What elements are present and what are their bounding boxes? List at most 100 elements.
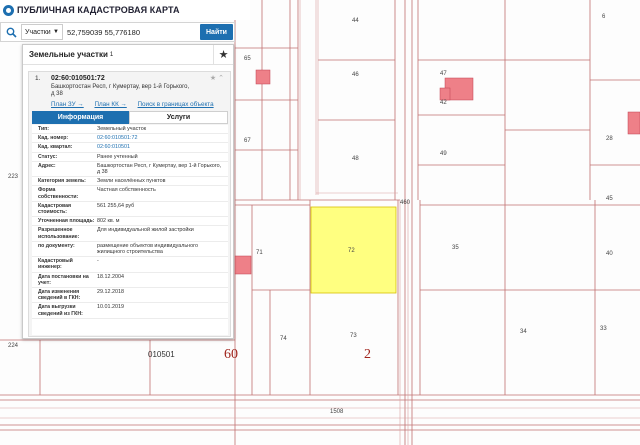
info-row: по документу: размещение объектов индивид…	[32, 242, 228, 258]
info-row: Разрешенное использование: Для индивидуал…	[32, 226, 228, 242]
result-count: 1	[109, 51, 114, 58]
info-row: Кадастровый инженер: -	[32, 257, 228, 273]
parcel-label: 33	[600, 326, 607, 332]
result-cadastral-number[interactable]: 02:60:010501:72	[51, 75, 105, 82]
block-number-label: 2	[364, 347, 371, 362]
panel-header: Земельные участки 1 ★	[23, 45, 233, 65]
info-row: Кадастровая стоимость: 561 255,64 руб	[32, 202, 228, 218]
search-input[interactable]	[63, 24, 193, 40]
info-value: Ранее учтенный	[97, 153, 138, 160]
info-value: Башкортостан Респ, г Кумертау, вер 1-й Г…	[97, 162, 222, 176]
info-row: Кад. номер: 02:60:010501:72	[32, 134, 228, 144]
info-row: Уточненная площадь: 802 кв. м	[32, 217, 228, 227]
plan-zu-link[interactable]: План ЗУ →	[51, 101, 84, 108]
info-key: Категория земель:	[38, 178, 86, 185]
parcel-label: 65	[244, 56, 251, 62]
info-row: Дата постановки на учет: 18.12.2004	[32, 273, 228, 289]
info-row: Тип: Земельный участок	[32, 125, 228, 135]
info-key: Дата изменения сведений в ГКН:	[38, 289, 81, 302]
app-title: ПУБЛИЧНАЯ КАДАСТРОВАЯ КАРТА	[17, 5, 180, 15]
info-value: 29.12.2018	[97, 289, 124, 296]
parcel-label: 42	[440, 100, 447, 106]
tab-services[interactable]: Услуги	[129, 111, 228, 124]
parcel-label: 223	[8, 174, 19, 180]
info-key: Статус:	[38, 153, 58, 160]
info-key: Дата выгрузки сведений из ГКН:	[38, 304, 83, 317]
info-value: Земельный участок	[97, 126, 147, 132]
info-value: 561 255,64 руб	[97, 202, 135, 209]
info-key: по документу:	[38, 242, 75, 249]
info-value[interactable]: 02:60:010501	[97, 144, 228, 150]
info-value: Земли населённых пунктов	[97, 178, 166, 185]
parcel-label: 34	[520, 329, 527, 335]
info-key: Кад. номер:	[38, 135, 69, 142]
building[interactable]	[234, 255, 252, 275]
info-value: 802 кв. м	[97, 218, 120, 225]
info-value: Частная собственность	[97, 187, 156, 194]
search-button[interactable]: Найти	[200, 24, 233, 40]
parcel-label: 46	[352, 72, 359, 78]
parcel-label: 49	[440, 151, 447, 157]
search-type-select[interactable]: Участки ▼	[21, 24, 63, 40]
plan-kk-link[interactable]: План КК →	[94, 101, 126, 108]
block-number-label: 60	[224, 347, 238, 362]
star-icon[interactable]: ★	[213, 45, 233, 65]
info-value[interactable]: 02:60:010501:72	[97, 135, 228, 141]
info-row: Кад. квартал: 02:60:010501	[32, 143, 228, 153]
parcel-label: 67	[244, 138, 251, 144]
info-row: Дата выгрузки сведений из ГКН: 10.01.2019	[32, 303, 228, 319]
parcel-label: 71	[256, 250, 263, 256]
collapse-icon[interactable]: ⌃	[218, 75, 226, 82]
info-row: Статус: Ранее учтенный	[32, 153, 228, 162]
parcel-label: 73	[350, 333, 357, 339]
results-panel: Земельные участки 1 ★ 1. 02:60:010501:72…	[22, 44, 234, 339]
info-key: Кад. квартал:	[38, 144, 73, 151]
building[interactable]	[255, 69, 271, 85]
parcel-label: 47	[440, 71, 447, 77]
info-row: Адрес: Башкортостан Респ, г Кумертау, вер…	[32, 162, 228, 178]
info-key: Кадастровый инженер:	[38, 258, 73, 271]
quarter-label: 010501	[148, 350, 175, 359]
card-actions[interactable]: ★⌃	[210, 74, 226, 82]
road-label: 1508	[330, 409, 344, 415]
star-icon[interactable]: ★	[210, 75, 218, 82]
search-icon[interactable]	[1, 23, 21, 41]
result-index: 1.	[35, 75, 41, 82]
result-card[interactable]: 1. 02:60:010501:72 ★⌃ Башкортостан Респ,…	[28, 71, 231, 337]
info-key: Форма собственности:	[38, 187, 79, 200]
parcel-label: 72	[348, 248, 355, 254]
parcel-label: 74	[280, 336, 287, 342]
info-row: Дата изменения сведений в ГКН: 29.12.2018	[32, 288, 228, 304]
panel-title: Земельные участки	[29, 50, 108, 59]
app-header: ПУБЛИЧНАЯ КАДАСТРОВАЯ КАРТА	[0, 0, 250, 20]
info-row: Форма собственности: Частная собственност…	[32, 186, 228, 202]
parcel-label: 44	[352, 18, 359, 24]
parcel-label: 40	[606, 251, 613, 257]
info-key: Разрешенное использование:	[38, 227, 80, 240]
parcel-label: 35	[452, 245, 459, 251]
parcel-label: 28	[606, 136, 613, 142]
globe-icon	[3, 4, 14, 16]
search-bar: Участки ▼ Найти	[0, 22, 235, 42]
info-key: Кадастровая стоимость:	[38, 202, 72, 216]
info-value: 10.01.2019	[97, 304, 124, 311]
info-value: 18.12.2004	[97, 273, 124, 280]
info-key: Тип:	[38, 126, 50, 132]
info-key: Дата постановки на учет:	[38, 273, 89, 286]
building[interactable]	[439, 87, 451, 101]
info-row: Категория земель: Земли населённых пункто…	[32, 177, 228, 187]
info-value: размещение объектов индивидуального жили…	[97, 242, 198, 256]
info-key: Уточненная площадь:	[38, 218, 95, 225]
result-address: Башкортостан Респ, г Кумертау, вер 1-й Г…	[51, 84, 190, 97]
search-type-value: Участки	[25, 28, 51, 36]
info-value: Для индивидуальной жилой застройки	[97, 227, 194, 234]
tab-information[interactable]: Информация	[32, 111, 129, 124]
building[interactable]	[627, 111, 640, 135]
info-key: Адрес:	[38, 162, 56, 169]
parcel-label: 45	[606, 196, 613, 202]
parcel-label: 460	[400, 200, 411, 206]
chevron-down-icon: ▼	[53, 29, 59, 35]
info-tabs: Информация Услуги	[32, 111, 228, 124]
info-table: Тип: Земельный участок Кад. номер: 02:60:01…	[32, 125, 228, 335]
parcel-label: 224	[8, 343, 19, 349]
